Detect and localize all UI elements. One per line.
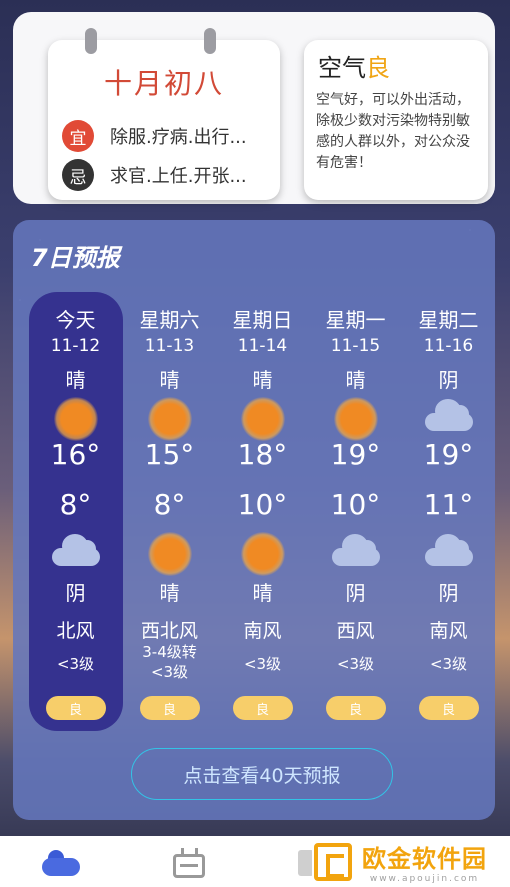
forecast-panel: 7日预报 今天 11-12 晴 16° 8° 阴北风 <3级良 星期六 11-13 晴 15° 8° 晴… [13, 220, 495, 820]
almanac-yi-row: 宜 除服.疗病.出行... [62, 120, 247, 152]
day-date: 11-14 [237, 336, 288, 356]
aqi-badge: 良 [45, 696, 106, 720]
day-name: 星期二 [418, 308, 479, 332]
temp-low: 8° [153, 488, 186, 521]
weather-day: 阴 [438, 368, 459, 392]
forecast-day-0[interactable]: 今天 11-12 晴 16° 8° 阴北风 <3级良 [29, 292, 122, 731]
ji-badge: 忌 [62, 159, 94, 191]
temp-high: 15° [144, 438, 195, 471]
air-quality-level: 良 [366, 54, 390, 82]
weather-night: 阴 [438, 581, 459, 605]
temp-high: 19° [423, 438, 474, 471]
forecast-day-4[interactable]: 星期二 11-16 阴 19° 11° 阴南风 <3级良 [402, 292, 495, 731]
aqi-badge: 良 [139, 696, 200, 720]
temp-high: 16° [50, 438, 101, 471]
weather-day: 晴 [252, 368, 273, 392]
weather-night: 阴 [65, 581, 86, 605]
weather-day: 晴 [345, 368, 366, 392]
air-quality-title: 空气良 [318, 54, 390, 82]
watermark-url: www.apoujin.com [369, 874, 480, 884]
forecast-title: 7日预报 [31, 244, 120, 272]
wind-direction: 西北风 [140, 620, 198, 642]
sun-icon [147, 397, 192, 441]
temp-low: 11° [423, 488, 474, 521]
cloud-icon [48, 532, 104, 570]
wind-direction: 西风 [336, 620, 375, 642]
wind-level: 3-4级转<3级 [142, 643, 197, 681]
weather-day: 晴 [159, 368, 180, 392]
air-quality-description: 空气好，可以外出活动，除极少数对污染物特别敏感的人群以外，对公众没有危害！ [316, 92, 470, 171]
weather-day: 晴 [65, 368, 86, 392]
aqi-badge: 良 [418, 696, 479, 720]
temp-high: 18° [237, 438, 288, 471]
day-name: 星期日 [232, 308, 293, 332]
weather-night: 阴 [345, 581, 366, 605]
yi-badge: 宜 [62, 120, 94, 152]
binder-ring-left [85, 28, 97, 54]
top-card: 十月初八 宜 除服.疗病.出行... 忌 求官.上任.开张... 空气良 空气好… [13, 12, 495, 204]
calendar-icon[interactable] [170, 848, 210, 878]
almanac-ji-row: 忌 求官.上任.开张... [62, 159, 247, 191]
temp-low: 10° [330, 488, 381, 521]
wind-level: <3级 [429, 655, 468, 673]
wind-direction: 南风 [243, 620, 282, 642]
cloud-icon [421, 532, 477, 570]
day-name: 星期六 [139, 308, 200, 332]
air-quality-card[interactable]: 空气良 空气好，可以外出活动，除极少数对污染物特别敏感的人群以外，对公众没有危害… [304, 40, 488, 200]
day-name: 今天 [55, 308, 96, 332]
weather-icon[interactable] [42, 848, 82, 878]
cloud-icon [421, 397, 477, 435]
aqi-badge: 良 [232, 696, 293, 720]
wind-level: <3级 [243, 655, 282, 673]
day-date: 11-13 [144, 336, 195, 356]
watermark-name: 欧金软件园 [362, 845, 487, 873]
watermark-logo: 欧金软件园 www.apoujin.com [312, 836, 510, 887]
forecast-day-3[interactable]: 星期一 11-15 晴 19° 10° 阴西风 <3级良 [309, 292, 402, 731]
sun-icon [147, 532, 192, 576]
sun-icon [333, 397, 378, 441]
temp-low: 10° [237, 488, 288, 521]
forecast-day-1[interactable]: 星期六 11-13 晴 15° 8° 晴西北风 3-4级转<3级良 [123, 292, 216, 731]
wind-direction: 北风 [56, 620, 95, 642]
sun-icon [240, 532, 285, 576]
lunar-date: 十月初八 [103, 67, 224, 100]
sun-icon [240, 397, 285, 441]
wind-level: <3级 [56, 655, 95, 673]
forecast-40-day-button[interactable]: 点击查看40天预报 [131, 748, 393, 800]
watermark-mark [314, 842, 352, 881]
weather-night: 晴 [252, 581, 273, 605]
sun-icon [53, 397, 98, 441]
day-name: 星期一 [325, 308, 386, 332]
ji-text: 求官.上任.开张... [110, 166, 247, 187]
almanac-card[interactable]: 十月初八 宜 除服.疗病.出行... 忌 求官.上任.开张... [48, 40, 280, 200]
cloud-icon [328, 532, 384, 570]
temp-high: 19° [330, 438, 381, 471]
forecast-day-2[interactable]: 星期日 11-14 晴 18° 10° 晴南风 <3级良 [216, 292, 309, 731]
day-date: 11-12 [50, 336, 101, 356]
aqi-badge: 良 [325, 696, 386, 720]
weather-night: 晴 [159, 581, 180, 605]
binder-ring-right [204, 28, 216, 54]
wind-level: <3级 [336, 655, 375, 673]
day-date: 11-15 [330, 336, 381, 356]
yi-text: 除服.疗病.出行... [110, 127, 247, 148]
wind-direction: 南风 [429, 620, 468, 642]
day-date: 11-16 [423, 336, 474, 356]
temp-low: 8° [59, 488, 92, 521]
